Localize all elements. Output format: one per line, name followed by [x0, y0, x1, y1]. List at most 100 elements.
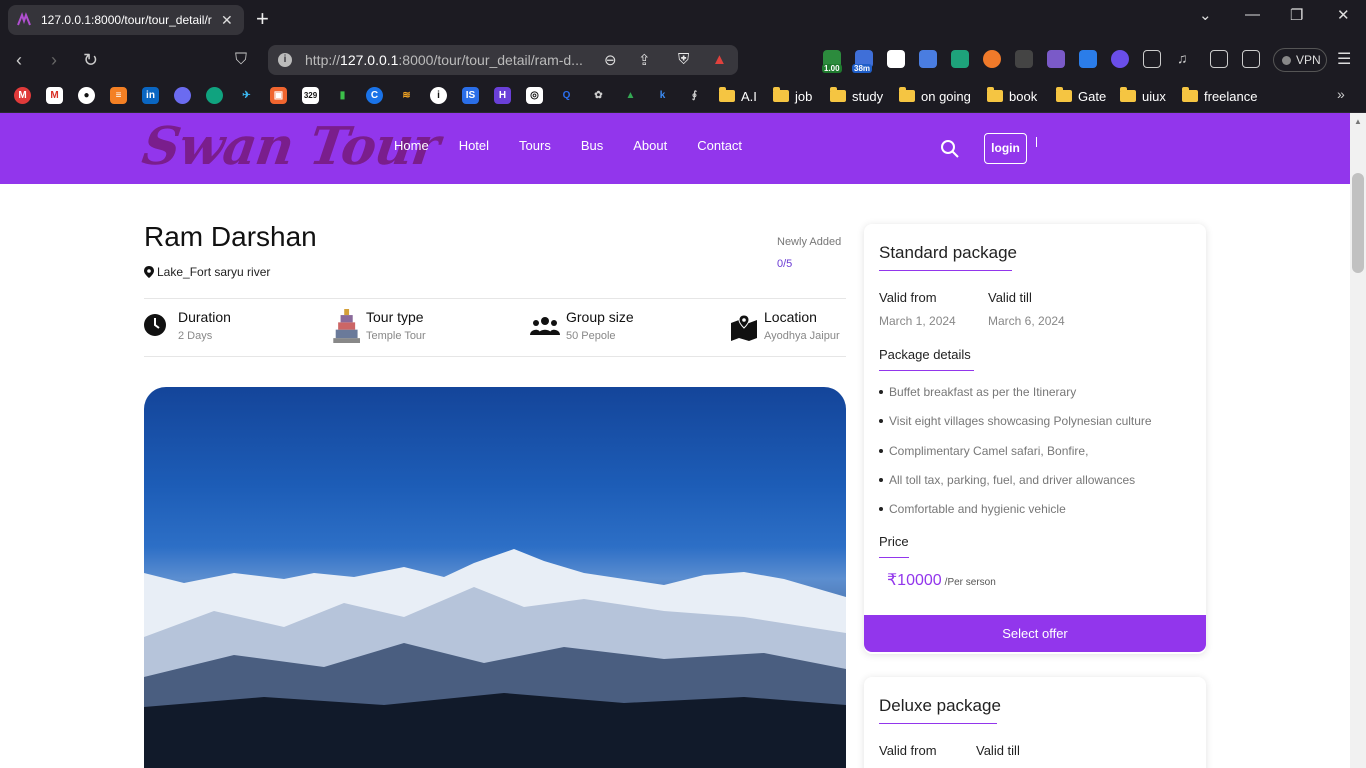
- scrollbar-thumb[interactable]: [1352, 173, 1364, 273]
- location-text: Lake_Fort saryu river: [157, 265, 271, 279]
- extension-icon[interactable]: [951, 50, 969, 68]
- bookmark-icon[interactable]: ≋: [398, 87, 415, 104]
- folder-icon: [719, 87, 735, 102]
- tour-title: Ram Darshan: [144, 221, 317, 252]
- price-unit: /Per serson: [944, 577, 996, 588]
- bookmark-icon[interactable]: C: [366, 87, 383, 104]
- url-text[interactable]: http://127.0.0.1:8000/tour/tour_detail/r…: [305, 52, 583, 68]
- package-title: Deluxe package: [879, 696, 1001, 715]
- openai-icon[interactable]: ✿: [590, 87, 607, 104]
- bookmark-icon[interactable]: Q: [558, 87, 575, 104]
- tab-list-chevron-icon[interactable]: ⌄: [1199, 6, 1212, 24]
- chatgpt-icon[interactable]: [206, 87, 223, 104]
- extension-icon[interactable]: [983, 50, 1001, 68]
- bookmark-folder[interactable]: job: [773, 86, 812, 106]
- bookmark-folder[interactable]: uiux: [1120, 86, 1166, 106]
- bookmark-icon[interactable]: ▮: [334, 87, 351, 104]
- tab-close-icon[interactable]: ✕: [221, 12, 233, 29]
- bookmark-page-icon[interactable]: ⛉: [235, 50, 247, 70]
- extension-icon[interactable]: [887, 50, 905, 68]
- price-value: ₹10000/Per serson: [887, 572, 996, 589]
- browser-tab[interactable]: 127.0.0.1:8000/tour/tour_detail/r ✕: [8, 5, 244, 35]
- extension-badge: 38m: [852, 64, 873, 73]
- nav-bus[interactable]: Bus: [581, 138, 603, 153]
- extension-icon[interactable]: [1047, 50, 1065, 68]
- bookmark-folder[interactable]: book: [987, 86, 1037, 106]
- info-icon[interactable]: i: [430, 87, 447, 104]
- brave-shield-icon[interactable]: ⛨: [678, 51, 689, 68]
- stackoverflow-icon[interactable]: ≡: [110, 87, 127, 104]
- nav-about[interactable]: About: [633, 138, 667, 153]
- details-underline: [879, 370, 974, 371]
- bookmark-folder[interactable]: on going: [899, 86, 971, 106]
- bookmark-icon[interactable]: k: [654, 87, 671, 104]
- browser-menu-icon[interactable]: ☰: [1337, 49, 1351, 69]
- bookmark-icon[interactable]: M: [14, 87, 31, 104]
- browser-tab-bar: 127.0.0.1:8000/tour/tour_detail/r ✕ + ⌄ …: [0, 0, 1366, 40]
- wallet-icon[interactable]: [1242, 50, 1260, 68]
- detail-item: All toll tax, parking, fuel, and driver …: [879, 473, 1135, 487]
- extension-icon[interactable]: [1079, 50, 1097, 68]
- search-icon[interactable]: [940, 139, 960, 159]
- folder-icon: [1120, 87, 1136, 102]
- more-bookmarks-icon[interactable]: »: [1337, 86, 1345, 102]
- extension-icon[interactable]: [1111, 50, 1129, 68]
- main-nav: Home Hotel Tours Bus About Contact: [394, 138, 772, 153]
- nav-divider: [1036, 137, 1037, 147]
- new-tab-icon[interactable]: +: [256, 8, 269, 30]
- linkedin-icon[interactable]: in: [142, 87, 159, 104]
- valid-till-label: Valid till: [988, 290, 1032, 305]
- nav-home[interactable]: Home: [394, 138, 429, 153]
- bookmark-folder[interactable]: study: [830, 86, 883, 106]
- bookmark-folder[interactable]: A.I: [719, 86, 757, 106]
- bookmark-icon[interactable]: ▣: [270, 87, 287, 104]
- media-icon[interactable]: ♫: [1177, 50, 1195, 68]
- tour-facts: Duration 2 Days Tour type Temple Tour Grou…: [144, 298, 846, 357]
- bookmark-icon[interactable]: [174, 87, 191, 104]
- folder-icon: [830, 87, 846, 102]
- bookmark-icon[interactable]: 329: [302, 87, 319, 104]
- site-info-icon[interactable]: i: [278, 53, 292, 67]
- zoom-icon[interactable]: ⊖: [604, 51, 617, 69]
- maximize-icon[interactable]: ❐: [1290, 6, 1303, 24]
- page-scrollbar[interactable]: ▲: [1350, 113, 1366, 768]
- select-offer-button[interactable]: Select offer: [864, 615, 1206, 652]
- brave-rewards-icon[interactable]: ▲: [712, 51, 727, 68]
- github-icon[interactable]: ●: [78, 87, 95, 104]
- share-icon[interactable]: ⇪: [638, 51, 651, 69]
- bookmark-icon[interactable]: ∮: [686, 87, 703, 104]
- folder-icon: [1182, 87, 1198, 102]
- price-underline: [879, 557, 909, 558]
- package-title: Standard package: [879, 243, 1017, 262]
- bookmark-folder[interactable]: Gate: [1056, 86, 1106, 106]
- folder-icon: [899, 87, 915, 102]
- tour-location: Lake_Fort saryu river: [144, 265, 270, 279]
- google-drive-icon[interactable]: ▲: [622, 87, 639, 104]
- gmail-icon[interactable]: M: [46, 87, 63, 104]
- vpn-button[interactable]: VPN: [1273, 48, 1327, 72]
- sidebar-icon[interactable]: [1210, 50, 1228, 68]
- bookmark-icon[interactable]: ◎: [526, 87, 543, 104]
- nav-tours[interactable]: Tours: [519, 138, 551, 153]
- translate-icon[interactable]: [919, 50, 937, 68]
- extension-icon[interactable]: [1015, 50, 1033, 68]
- forward-icon[interactable]: ›: [51, 50, 57, 70]
- back-icon[interactable]: ‹: [16, 50, 22, 70]
- package-details-title: Package details: [879, 347, 971, 362]
- folder-icon: [1056, 87, 1072, 102]
- bookmark-folder[interactable]: freelance: [1182, 86, 1257, 106]
- temple-icon: [333, 309, 360, 343]
- address-bar[interactable]: i http://127.0.0.1:8000/tour/tour_detail…: [268, 45, 738, 75]
- nav-hotel[interactable]: Hotel: [459, 138, 489, 153]
- login-button[interactable]: login: [984, 133, 1027, 164]
- group-icon: [530, 317, 560, 335]
- nav-contact[interactable]: Contact: [697, 138, 742, 153]
- bookmark-icon[interactable]: ✈: [238, 87, 255, 104]
- minimize-icon[interactable]: —: [1245, 6, 1260, 23]
- window-close-icon[interactable]: ✕: [1337, 6, 1350, 24]
- reload-icon[interactable]: ↻: [83, 50, 98, 70]
- scroll-up-icon[interactable]: ▲: [1354, 117, 1362, 126]
- bookmark-icon[interactable]: H: [494, 87, 511, 104]
- extensions-puzzle-icon[interactable]: [1143, 50, 1161, 68]
- bookmark-icon[interactable]: IS: [462, 87, 479, 104]
